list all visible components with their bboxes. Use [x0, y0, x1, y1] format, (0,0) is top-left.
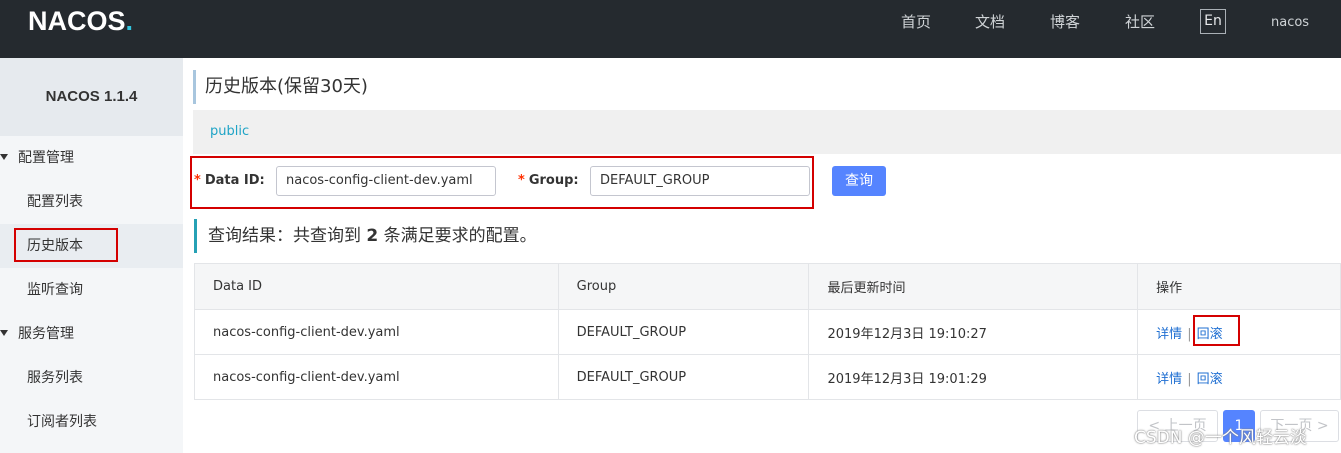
result-prefix: 查询结果：共查询到 [208, 226, 361, 246]
column-header-data-id: Data ID [194, 263, 559, 310]
logo-dot: . [125, 6, 134, 36]
highlight-box-rollback [1193, 315, 1240, 346]
sidebar-item-listener-query[interactable]: 监听查询 [0, 268, 183, 312]
cell-updated: 2019年12月3日 19:01:29 [808, 354, 1139, 400]
nacos-logo[interactable]: NACOS. [28, 6, 133, 36]
nav-community[interactable]: 社区 [1125, 12, 1155, 32]
sidebar-item-service-list[interactable]: 服务列表 [0, 356, 183, 400]
nav-blog[interactable]: 博客 [1050, 12, 1080, 32]
page-title: 历史版本(保留30天) [193, 70, 368, 104]
main-content: 历史版本(保留30天) public * Data ID: nacos-confi… [183, 58, 1341, 453]
namespace-tab-public[interactable]: public [210, 124, 249, 139]
cell-data-id: nacos-config-client-dev.yaml [194, 354, 559, 400]
result-summary: 查询结果：共查询到 2 条满足要求的配置。 [194, 219, 537, 253]
query-button[interactable]: 查询 [832, 166, 886, 196]
sidebar-group-label: 服务管理 [18, 326, 74, 342]
sidebar-item-label: 服务列表 [27, 370, 83, 386]
detail-link[interactable]: 详情 [1156, 372, 1182, 387]
result-count: 2 [366, 226, 379, 246]
table-row: nacos-config-client-dev.yaml DEFAULT_GRO… [194, 354, 1341, 400]
sidebar-group-label: 配置管理 [18, 150, 74, 166]
language-switch-button[interactable]: En [1200, 9, 1226, 34]
action-separator: | [1187, 326, 1192, 342]
cell-group: DEFAULT_GROUP [557, 354, 810, 400]
rollback-link[interactable]: 回滚 [1197, 372, 1223, 387]
action-separator: | [1187, 371, 1192, 387]
sidebar-item-label: 配置列表 [27, 194, 83, 210]
caret-down-icon [0, 154, 8, 160]
sidebar-item-label: 订阅者列表 [27, 414, 97, 430]
nav-home[interactable]: 首页 [901, 12, 931, 32]
top-navbar: NACOS. 首页 文档 博客 社区 En nacos [0, 0, 1341, 58]
highlight-box-search-form [190, 156, 814, 209]
detail-link[interactable]: 详情 [1156, 327, 1182, 342]
cell-updated: 2019年12月3日 19:10:27 [808, 309, 1139, 355]
table-header-row: Data ID Group 最后更新时间 操作 [194, 263, 1341, 310]
sidebar-item-config-list[interactable]: 配置列表 [0, 180, 183, 224]
column-header-group: Group [557, 263, 810, 310]
cell-data-id: nacos-config-client-dev.yaml [194, 309, 559, 355]
watermark-text: CSDN @一个风轻云淡 [1134, 428, 1307, 448]
sidebar-item-subscriber-list[interactable]: 订阅者列表 [0, 400, 183, 444]
highlight-box-history [14, 228, 118, 262]
user-name[interactable]: nacos [1271, 13, 1309, 33]
sidebar-group-config-management[interactable]: 配置管理 [0, 136, 183, 180]
table-row: nacos-config-client-dev.yaml DEFAULT_GRO… [194, 309, 1341, 355]
column-header-actions: 操作 [1137, 263, 1341, 310]
cell-actions: 详情 | 回滚 [1137, 354, 1341, 400]
history-table: Data ID Group 最后更新时间 操作 nacos-config-cli… [194, 263, 1341, 400]
namespace-bar: public [193, 110, 1341, 154]
cell-group: DEFAULT_GROUP [557, 309, 810, 355]
nav-docs[interactable]: 文档 [975, 12, 1005, 32]
sidebar-version-title: NACOS 1.1.4 [0, 58, 183, 136]
caret-down-icon [0, 330, 8, 336]
sidebar-group-service-management[interactable]: 服务管理 [0, 312, 183, 356]
logo-text: NACOS [28, 6, 126, 36]
column-header-updated: 最后更新时间 [808, 263, 1139, 310]
result-suffix: 条满足要求的配置。 [383, 226, 537, 246]
sidebar-item-label: 监听查询 [27, 282, 83, 298]
